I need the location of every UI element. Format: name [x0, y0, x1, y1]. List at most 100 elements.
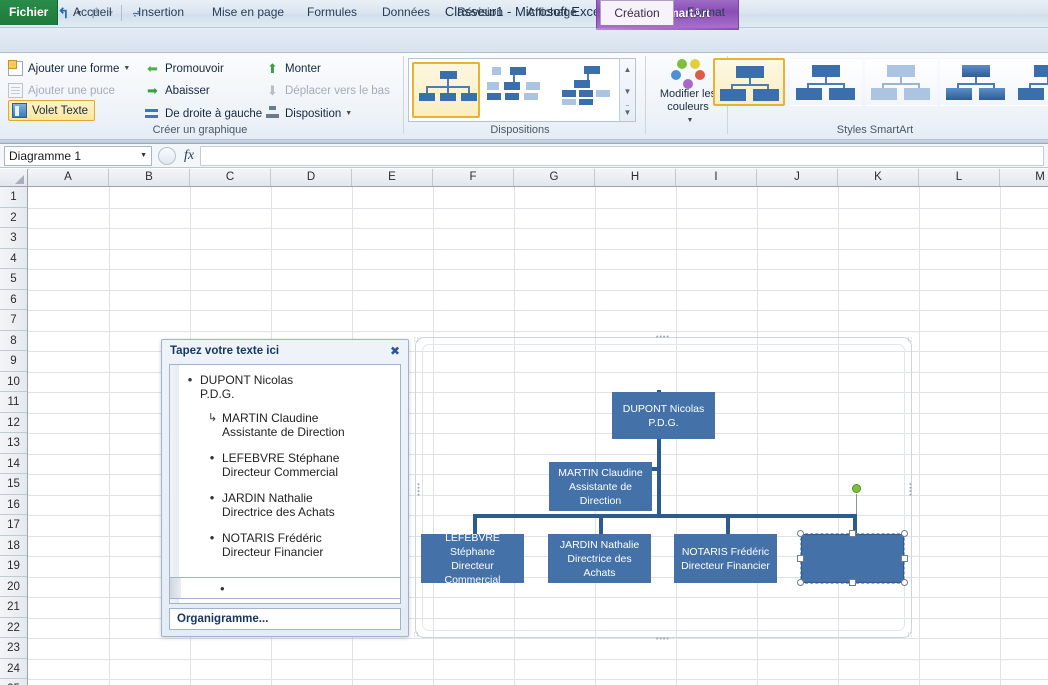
smartart-style-1[interactable]: [713, 58, 785, 106]
layout-button[interactable]: Disposition ▼: [265, 103, 352, 124]
text-pane-row-grip[interactable]: [170, 578, 181, 598]
tab-formules[interactable]: Formules: [298, 0, 366, 25]
smartart-node-ceo[interactable]: DUPONT Nicolas P.D.G.: [612, 392, 715, 439]
column-header-M[interactable]: M: [1000, 169, 1048, 186]
row-header-23[interactable]: 23: [0, 638, 27, 659]
text-pane-item-2[interactable]: • LEFEBVRE Stéphane Directeur Commercial: [208, 451, 394, 480]
text-pane-footer[interactable]: Organigramme...: [169, 608, 401, 630]
row-header-2[interactable]: 2: [0, 208, 27, 228]
text-pane-item-0[interactable]: • DUPONT Nicolas P.D.G.: [186, 373, 394, 402]
tab-revision[interactable]: Révision: [448, 0, 512, 25]
smartart-node-commercial[interactable]: LEFEBVRE Stéphane Directeur Commercial: [421, 532, 524, 586]
expand-formula-bar-icon[interactable]: [158, 146, 176, 165]
move-up-button[interactable]: ⬆ Monter: [265, 58, 321, 79]
row-header-9[interactable]: 9: [0, 351, 27, 372]
name-box[interactable]: Diagramme 1 ▼: [4, 145, 152, 166]
tab-mise-en-page[interactable]: Mise en page: [203, 0, 293, 25]
frame-handle-br[interactable]: ∷: [908, 631, 913, 639]
text-pane-item-3[interactable]: • JARDIN Nathalie Directrice des Achats: [208, 491, 394, 520]
resize-handle-br[interactable]: [901, 579, 908, 586]
row-header-24[interactable]: 24: [0, 659, 27, 679]
row-header-7[interactable]: 7: [0, 310, 27, 331]
demote-button[interactable]: ➡ Abaisser: [145, 80, 210, 101]
row-header-22[interactable]: 22: [0, 618, 27, 638]
smartart-style-5[interactable]: [1012, 58, 1048, 106]
close-icon[interactable]: ✖: [388, 345, 402, 359]
row-header-25[interactable]: 25: [0, 679, 27, 685]
smartart-style-3[interactable]: [865, 58, 937, 106]
tab-affichage[interactable]: Affichage: [518, 0, 586, 25]
row-header-15[interactable]: 15: [0, 474, 27, 495]
text-pane-item-1[interactable]: ↳ MARTIN Claudine Assistante de Directio…: [208, 411, 394, 439]
gallery-scroll-down-icon[interactable]: ▼: [620, 82, 635, 100]
row-header-17[interactable]: 17: [0, 515, 27, 536]
gallery-more-icon[interactable]: ▼ ‾: [620, 103, 635, 121]
resize-handle-tr[interactable]: [901, 530, 908, 537]
row-header-10[interactable]: 10: [0, 372, 27, 392]
tab-format[interactable]: Format: [678, 0, 734, 25]
row-header-14[interactable]: 14: [0, 454, 27, 474]
text-pane-body[interactable]: • DUPONT Nicolas P.D.G. ↳ MARTIN Claudin…: [169, 364, 401, 604]
text-pane-item-4[interactable]: • NOTARIS Frédéric Directeur Financier: [208, 531, 394, 560]
row-header-20[interactable]: 20: [0, 577, 27, 597]
smartart-style-4[interactable]: [940, 58, 1012, 106]
smartart-node-financier[interactable]: NOTARIS Frédéric Directeur Financier: [674, 534, 777, 583]
column-header-L[interactable]: L: [919, 169, 1000, 186]
row-header-11[interactable]: 11: [0, 392, 27, 413]
row-header-4[interactable]: 4: [0, 249, 27, 269]
row-header-12[interactable]: 12: [0, 413, 27, 433]
smartart-text-pane[interactable]: Tapez votre texte ici ✖ • DUPONT Nicolas…: [161, 339, 409, 637]
row-header-18[interactable]: 18: [0, 536, 27, 556]
add-shape-dropdown-icon[interactable]: ▼: [123, 65, 130, 72]
add-shape-button[interactable]: Ajouter une forme ▼: [8, 58, 130, 79]
smartart-node-assistant[interactable]: MARTIN Claudine Assistante de Direction: [549, 462, 652, 511]
select-all-corner[interactable]: [0, 169, 28, 186]
rotation-handle[interactable]: [852, 484, 861, 493]
frame-handle-right[interactable]: ••••: [906, 483, 913, 497]
tab-creation[interactable]: Création: [600, 0, 674, 25]
tab-insertion[interactable]: Insertion: [129, 0, 193, 25]
column-header-A[interactable]: A: [28, 169, 109, 186]
smartart-node-achats[interactable]: JARDIN Nathalie Directrice des Achats: [548, 534, 651, 583]
gallery-scroll-up-icon[interactable]: ▲: [620, 60, 635, 78]
resize-handle-mr[interactable]: [901, 555, 908, 562]
promote-button[interactable]: ⬅ Promouvoir: [145, 58, 224, 79]
layout-dropdown-icon[interactable]: ▼: [345, 110, 352, 117]
column-header-E[interactable]: E: [352, 169, 433, 186]
smartart-graphic-frame[interactable]: •••• •••• •••• •••• ∷ ∷ ∷ ∷ DUPONT Nicol…: [414, 334, 913, 643]
layout-thumb-1[interactable]: [412, 62, 480, 118]
column-header-K[interactable]: K: [838, 169, 919, 186]
frame-handle-bl[interactable]: ∷: [414, 631, 419, 639]
smartart-node-empty-selected[interactable]: [800, 533, 905, 584]
layout-thumb-2[interactable]: [484, 62, 552, 118]
resize-handle-tc[interactable]: [849, 530, 856, 537]
resize-handle-tl[interactable]: [797, 530, 804, 537]
column-header-H[interactable]: H: [595, 169, 676, 186]
layouts-gallery-scrollbar[interactable]: ▲ ▼ ▼ ‾: [619, 59, 635, 121]
row-header-3[interactable]: 3: [0, 228, 27, 249]
resize-handle-bl[interactable]: [797, 579, 804, 586]
resize-handle-bc[interactable]: [849, 579, 856, 586]
text-pane-toggle-button[interactable]: Volet Texte: [8, 100, 96, 121]
resize-handle-ml[interactable]: [797, 555, 804, 562]
frame-handle-tl[interactable]: ∷: [414, 336, 419, 344]
frame-handle-bottom[interactable]: ••••: [656, 636, 670, 643]
smartart-style-2[interactable]: [790, 58, 862, 106]
layout-thumb-3[interactable]: [556, 62, 624, 118]
text-pane-item-5-selected[interactable]: •: [169, 577, 401, 599]
row-header-6[interactable]: 6: [0, 290, 27, 310]
frame-handle-top[interactable]: ••••: [656, 334, 670, 341]
row-header-19[interactable]: 19: [0, 556, 27, 577]
name-box-dropdown-icon[interactable]: ▼: [140, 152, 147, 159]
row-header-13[interactable]: 13: [0, 433, 27, 454]
column-header-F[interactable]: F: [433, 169, 514, 186]
formula-input[interactable]: [200, 145, 1044, 166]
column-header-B[interactable]: B: [109, 169, 190, 186]
frame-handle-left[interactable]: ••••: [414, 483, 421, 497]
tab-accueil[interactable]: Accueil: [64, 0, 121, 25]
column-header-J[interactable]: J: [757, 169, 838, 186]
column-header-C[interactable]: C: [190, 169, 271, 186]
column-header-G[interactable]: G: [514, 169, 595, 186]
row-header-16[interactable]: 16: [0, 495, 27, 515]
row-header-21[interactable]: 21: [0, 597, 27, 618]
